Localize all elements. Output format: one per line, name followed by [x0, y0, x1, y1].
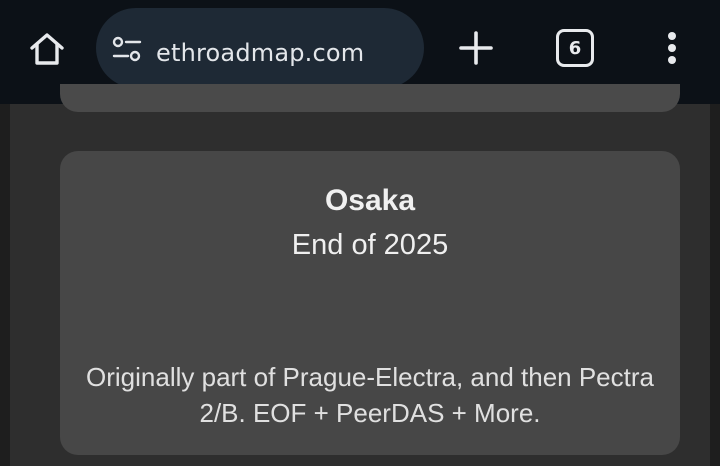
- page-content: Osaka End of 2025 Originally part of Pra…: [0, 84, 720, 466]
- home-icon: [30, 33, 64, 65]
- timeline-panel: Osaka End of 2025 Originally part of Pra…: [10, 84, 710, 466]
- url-text[interactable]: ethroadmap.com: [156, 38, 364, 68]
- card-date: End of 2025: [291, 229, 449, 261]
- tune-icon[interactable]: [112, 36, 142, 62]
- more-vert-icon[interactable]: [660, 28, 684, 68]
- menu-dot: [668, 56, 676, 64]
- card-title: Osaka: [324, 184, 416, 217]
- new-tab-button[interactable]: [456, 28, 496, 68]
- plus-icon: [459, 31, 493, 65]
- menu-dot: [668, 32, 676, 40]
- card-description: Originally part of Prague-Electra, and t…: [86, 362, 654, 428]
- home-button[interactable]: [24, 26, 70, 72]
- tab-count: 6: [568, 37, 582, 59]
- menu-dot: [668, 44, 676, 52]
- previous-card: [60, 84, 680, 112]
- upgrade-card: Osaka End of 2025 Originally part of Pra…: [60, 151, 680, 455]
- tab-switcher-button[interactable]: 6: [556, 29, 594, 67]
- address-bar[interactable]: ethroadmap.com: [96, 8, 424, 88]
